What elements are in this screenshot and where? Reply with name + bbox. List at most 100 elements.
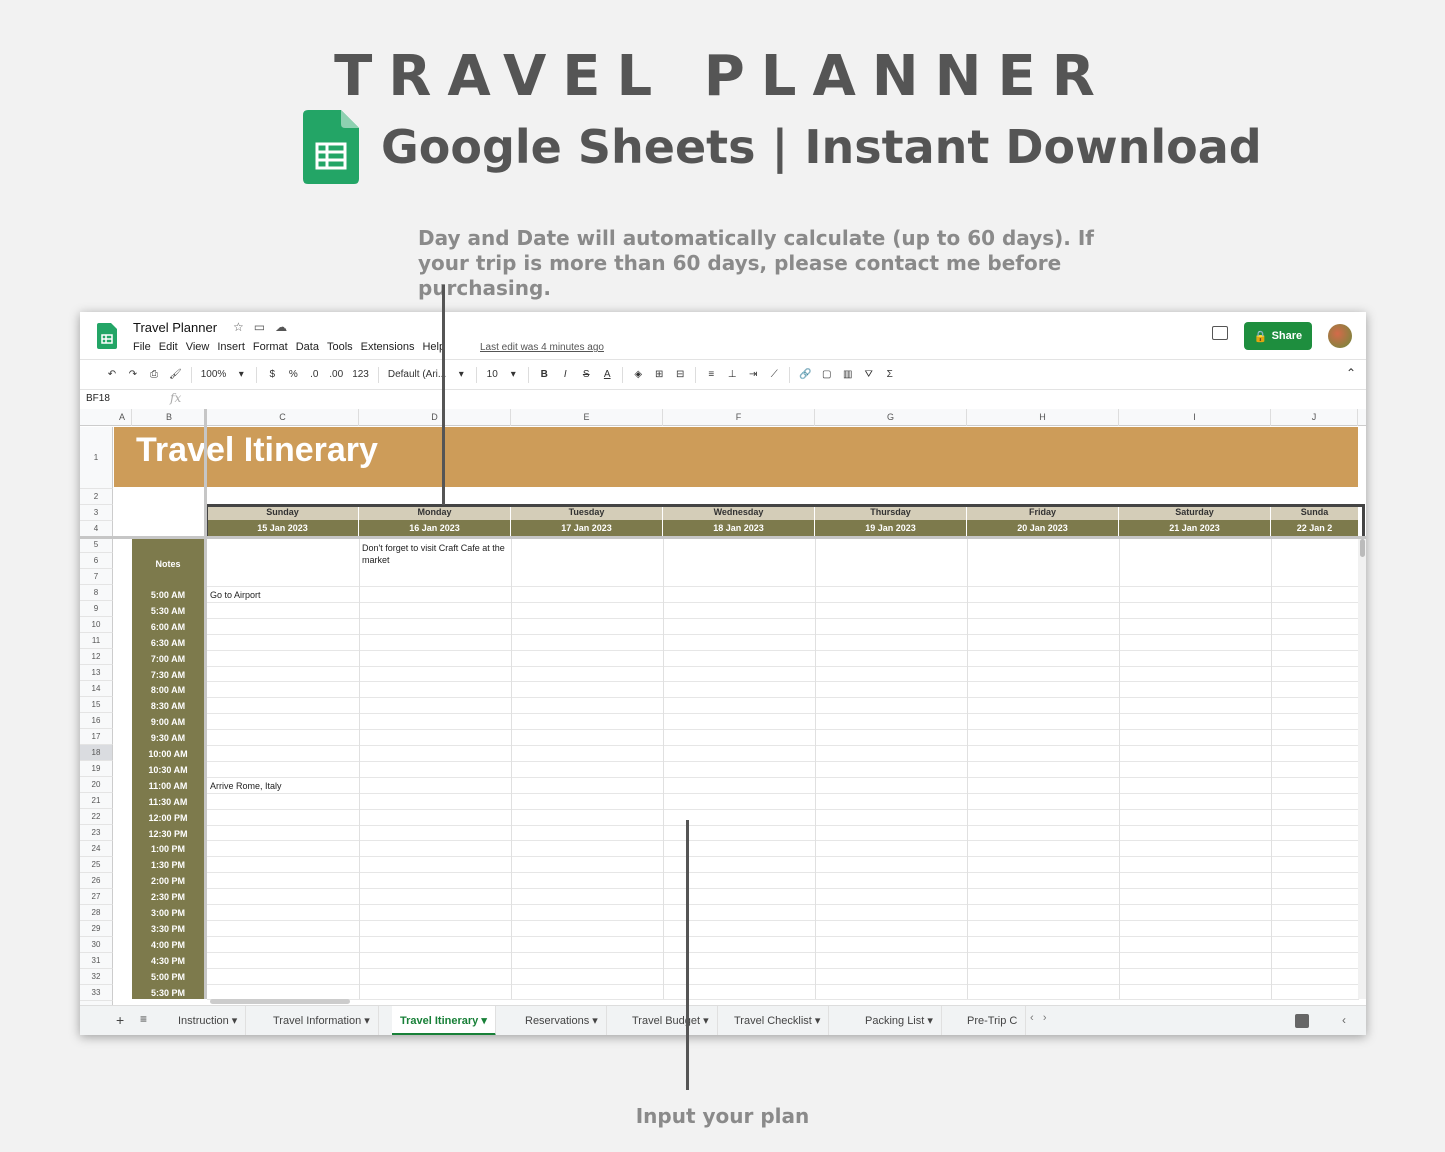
horizontal-scroll-thumb[interactable] [210,999,350,1004]
row-header-9[interactable]: 9 [80,601,113,617]
row-header-27[interactable]: 27 [80,889,113,905]
row-header-29[interactable]: 29 [80,921,113,937]
undo-icon[interactable]: ↶ [106,369,118,380]
increase-decimal-button[interactable]: .00 [329,369,343,380]
horizontal-align-icon[interactable]: ≡ [705,369,717,380]
row-header-33[interactable]: 33 [80,985,113,1001]
print-icon[interactable]: ⎙ [148,369,160,380]
italic-button[interactable]: I [559,369,571,380]
filter-icon[interactable]: ⛛ [863,369,875,380]
chevron-down-icon[interactable]: ▾ [361,1015,370,1027]
column-header-i[interactable]: I [1119,409,1271,426]
name-box[interactable]: BF18 [86,393,158,404]
column-header-b[interactable]: B [132,409,207,426]
cell-sunday-11am[interactable]: Arrive Rome, Italy [210,780,282,792]
last-edit-link[interactable]: Last edit was 4 minutes ago [480,342,604,353]
collapse-menus-icon[interactable]: ⌃ [1346,366,1356,380]
tab-scroll-arrows-icon[interactable]: ‹ › [1030,1012,1047,1024]
percent-button[interactable]: % [287,369,299,380]
row-header-22[interactable]: 22 [80,809,113,825]
text-wrap-icon[interactable]: ⇥ [747,369,759,380]
row-header-18[interactable]: 18 [80,745,113,761]
chevron-down-icon[interactable]: ▾ [589,1015,598,1027]
row-header-1[interactable]: 1 [80,427,113,489]
text-color-button[interactable]: A [601,369,613,380]
column-header-e[interactable]: E [511,409,663,426]
row-header-5[interactable]: 5 [80,537,113,553]
menu-edit[interactable]: Edit [159,341,178,353]
cloud-status-icon[interactable]: ☁ [275,320,287,334]
strikethrough-button[interactable]: S [580,369,592,380]
sheet-tab[interactable]: Packing List ▾ [857,1006,942,1035]
zoom-select[interactable]: 100% [201,369,227,380]
star-icon[interactable]: ☆ [233,320,244,334]
row-header-23[interactable]: 23 [80,825,113,841]
row-header-11[interactable]: 11 [80,633,113,649]
cell-monday-note[interactable]: Don't forget to visit Craft Cafe at the … [362,542,507,566]
vertical-scroll-thumb[interactable] [1360,539,1365,557]
row-header-14[interactable]: 14 [80,681,113,697]
row-header-15[interactable]: 15 [80,697,113,713]
sheet-tab[interactable]: Travel Budget ▾ [624,1006,718,1035]
frozen-row-divider[interactable] [80,536,1366,539]
add-sheet-icon[interactable]: + [116,1012,124,1028]
bold-button[interactable]: B [538,369,550,380]
chevron-down-icon[interactable]: ▾ [924,1015,933,1027]
column-header-c[interactable]: C [207,409,359,426]
row-header-19[interactable]: 19 [80,761,113,777]
comment-icon[interactable] [1212,326,1228,340]
sheet-tab[interactable]: Reservations ▾ [517,1006,607,1035]
sheet-tab[interactable]: Travel Checklist ▾ [726,1006,830,1035]
row-header-26[interactable]: 26 [80,873,113,889]
menu-extensions[interactable]: Extensions [361,341,415,353]
explore-icon[interactable] [1295,1014,1309,1028]
menu-tools[interactable]: Tools [327,341,353,353]
all-sheets-icon[interactable]: ≡ [140,1012,147,1026]
row-header-20[interactable]: 20 [80,777,113,793]
insert-link-icon[interactable]: 🔗 [799,369,811,380]
paint-format-icon[interactable]: 🖌 [169,369,182,380]
row-header-7[interactable]: 7 [80,569,113,585]
column-header-f[interactable]: F [663,409,815,426]
row-header-6[interactable]: 6 [80,553,113,569]
sheet-tab[interactable]: Travel Information ▾ [265,1006,379,1035]
side-panel-toggle-icon[interactable]: ‹ [1342,1013,1346,1027]
row-header-16[interactable]: 16 [80,713,113,729]
currency-button[interactable]: $ [266,369,278,380]
row-header-4[interactable]: 4 [80,521,113,537]
row-header-8[interactable]: 8 [80,585,113,601]
text-rotate-icon[interactable]: ⟋ [768,369,780,380]
cell-sunday-5am[interactable]: Go to Airport [210,589,261,601]
spreadsheet-grid[interactable]: ABCDEFGHIJ 1 2 3 4 5 6 7 8 9 10 11 12 13 14 15 16 17 18 19… [80,409,1366,1017]
row-header-13[interactable]: 13 [80,665,113,681]
row-header-2[interactable]: 2 [80,489,113,505]
chevron-down-icon[interactable]: ▾ [700,1015,709,1027]
column-header-h[interactable]: H [967,409,1119,426]
row-header-31[interactable]: 31 [80,953,113,969]
avatar[interactable] [1328,324,1352,348]
menu-insert[interactable]: Insert [217,341,245,353]
merge-cells-icon[interactable]: ⊟ [674,369,686,380]
vertical-scrollbar[interactable] [1358,539,1366,999]
frozen-column-divider[interactable] [204,409,207,999]
row-header-24[interactable]: 24 [80,841,113,857]
row-header-28[interactable]: 28 [80,905,113,921]
column-header-j[interactable]: J [1271,409,1358,426]
menu-format[interactable]: Format [253,341,288,353]
chevron-down-icon[interactable]: ▾ [229,1015,238,1027]
insert-chart-icon[interactable]: ▥ [842,369,854,380]
fill-color-icon[interactable]: ◈ [632,369,644,380]
sheets-doc-icon[interactable] [97,323,117,349]
column-header-g[interactable]: G [815,409,967,426]
sheet-tab[interactable]: Travel Itinerary ▾ [392,1006,496,1035]
font-select[interactable]: Default (Ari... [388,369,446,380]
row-header-25[interactable]: 25 [80,857,113,873]
more-formats-button[interactable]: 123 [352,369,369,380]
menu-file[interactable]: File [133,341,151,353]
vertical-align-icon[interactable]: ⊥ [726,369,738,380]
chevron-down-icon[interactable]: ▾ [812,1015,821,1027]
menu-data[interactable]: Data [296,341,319,353]
functions-icon[interactable]: Σ [884,369,896,380]
chevron-down-icon[interactable]: ▾ [478,1015,487,1027]
move-folder-icon[interactable]: ▭ [254,320,265,334]
